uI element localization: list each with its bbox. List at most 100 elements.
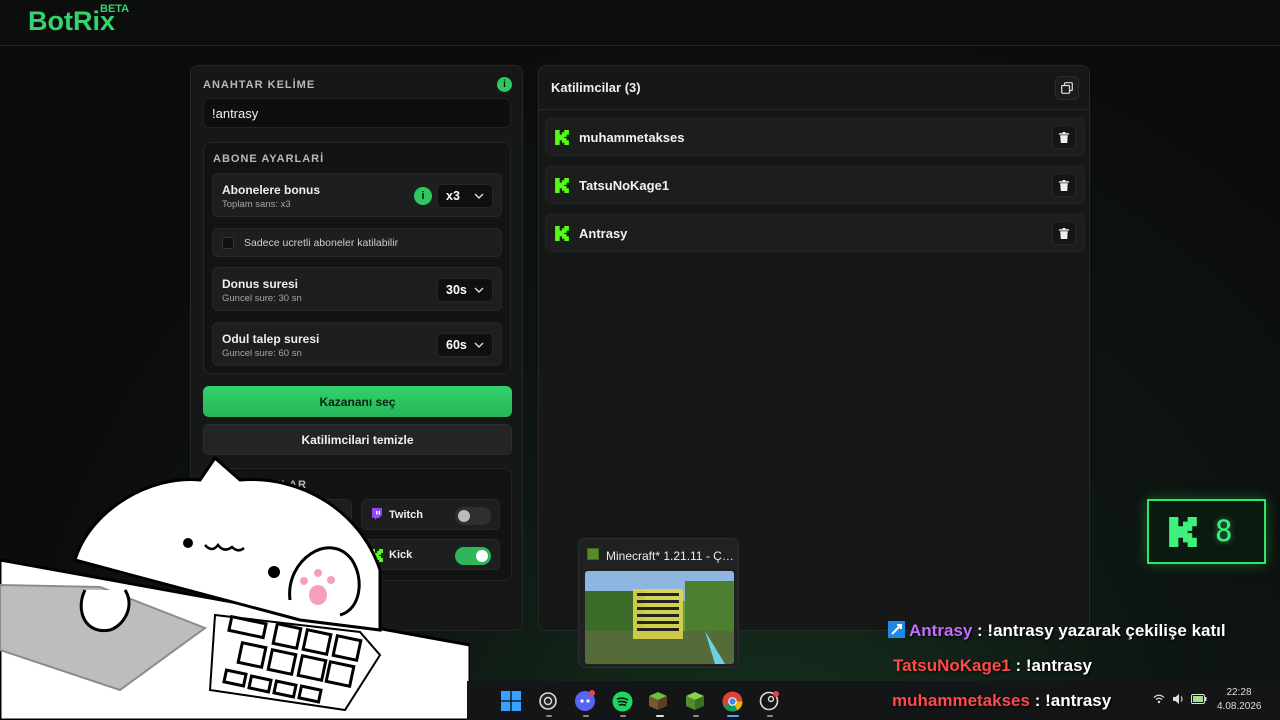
chat-separator: :: [1010, 656, 1026, 675]
participant-name: TatsuNoKage1: [579, 178, 670, 193]
bonus-select[interactable]: x3: [437, 184, 493, 208]
steam-icon: [759, 691, 779, 711]
paid-only-label: Sadece ucretli aboneler katilabilir: [244, 237, 399, 249]
volume-icon[interactable]: [1172, 693, 1184, 705]
clock-time: 22:28: [1226, 687, 1252, 698]
spin-time-row: Donus suresi Guncel sure: 30 sn 30s: [212, 267, 502, 311]
subscriber-bonus-row: Abonelere bonus Toplam sans: x3 i x3: [212, 173, 502, 217]
claim-time-subtitle: Guncel sure: 60 sn: [222, 348, 302, 359]
chrome-icon: [722, 691, 743, 712]
window-preview-title: Minecraft* 1.21.11 - Çok...: [606, 549, 734, 563]
chat-separator: :: [972, 621, 988, 640]
kick-viewer-counter: 8: [1147, 499, 1266, 564]
bonus-title: Abonelere bonus: [222, 183, 321, 197]
chat-message: muhammetakses : !antrasy: [892, 691, 1111, 711]
running-indicator: [656, 715, 664, 717]
kick-counter-value: 8: [1215, 514, 1233, 548]
moderator-badge-icon: [888, 621, 905, 638]
claim-time-title: Odul talep suresi: [222, 332, 320, 346]
kick-icon: [555, 178, 569, 193]
window-preview[interactable]: Minecraft* 1.21.11 - Çok...: [578, 538, 739, 668]
copy-button[interactable]: [1055, 76, 1079, 100]
obs-icon: [539, 692, 557, 710]
windows-icon: [501, 691, 521, 711]
start-button[interactable]: [499, 689, 523, 713]
delete-participant-button[interactable]: [1052, 125, 1076, 149]
chat-text: !antrasy: [1025, 656, 1093, 675]
copy-icon: [1061, 82, 1073, 94]
participants-title: Katilimcilar (3): [551, 80, 641, 95]
beta-badge: BETA: [100, 3, 130, 15]
keyword-info-icon[interactable]: i: [497, 77, 512, 92]
minecraft-icon: [587, 548, 599, 560]
trash-icon: [1059, 131, 1069, 143]
minecraft-icon: [649, 692, 667, 710]
running-indicator: [546, 715, 552, 717]
taskbar-app-spotify[interactable]: [610, 689, 634, 713]
top-bar: BotRix BETA: [0, 0, 1280, 46]
chat-text: !antrasy: [1045, 691, 1112, 710]
chat-message: Antrasy : !antrasy yazarak çekilişe katı…: [888, 621, 1226, 641]
claim-time-select[interactable]: 60s: [437, 333, 493, 357]
chat-message: TatsuNoKage1 : !antrasy: [893, 656, 1092, 676]
taskbar-app-chrome[interactable]: [720, 689, 744, 713]
bongo-cat-overlay: [0, 455, 470, 720]
taskbar-app-obs[interactable]: [536, 689, 560, 713]
spotify-icon: [612, 691, 632, 711]
running-indicator: [727, 715, 739, 717]
paid-only-checkbox[interactable]: [222, 237, 234, 249]
bonus-info-icon[interactable]: i: [414, 187, 432, 205]
paid-only-row[interactable]: Sadece ucretli aboneler katilabilir: [212, 228, 502, 257]
participant-name: Antrasy: [579, 226, 628, 241]
participant-row[interactable]: muhammetakses: [545, 118, 1085, 156]
claim-time-value: 60s: [446, 338, 467, 352]
taskbar-app-discord[interactable]: [573, 689, 597, 713]
spin-time-subtitle: Guncel sure: 30 sn: [222, 293, 302, 304]
subscriber-settings-title: ABONE AYARLARİ: [213, 153, 325, 165]
bonus-select-value: x3: [446, 189, 460, 203]
chat-separator: :: [1029, 691, 1046, 710]
claim-time-row: Odul talep suresi Guncel sure: 60 sn 60s: [212, 322, 502, 366]
running-indicator: [620, 715, 626, 717]
system-clock[interactable]: 22:28 4.08.2026: [1217, 687, 1262, 712]
running-indicator: [583, 715, 589, 717]
bonus-subtitle: Toplam sans: x3: [222, 199, 291, 210]
chat-username: TatsuNoKage1: [893, 656, 1011, 675]
kick-icon: [1169, 517, 1197, 547]
chevron-down-icon: [474, 342, 484, 348]
keyword-title: ANAHTAR KELİME: [203, 79, 316, 91]
delete-participant-button[interactable]: [1052, 221, 1076, 245]
running-indicator: [693, 715, 699, 717]
spin-time-title: Donus suresi: [222, 277, 299, 291]
chat-text: !antrasy yazarak çekilişe katıl: [987, 621, 1226, 640]
participant-name: muhammetakses: [579, 130, 685, 145]
delete-participant-button[interactable]: [1052, 173, 1076, 197]
participants-header: Katilimcilar (3): [539, 66, 1089, 110]
wifi-icon[interactable]: [1153, 694, 1165, 704]
chevron-down-icon: [474, 287, 484, 293]
taskbar-app-minecraft-launcher[interactable]: [683, 689, 707, 713]
window-preview-thumbnail: [585, 571, 734, 664]
kick-icon: [555, 130, 569, 145]
spin-time-select[interactable]: 30s: [437, 278, 493, 302]
participant-row[interactable]: TatsuNoKage1: [545, 166, 1085, 204]
clock-date: 4.08.2026: [1217, 701, 1262, 712]
kick-icon: [555, 226, 569, 241]
subscriber-settings: ABONE AYARLARİ Abonelere bonus Toplam sa…: [203, 142, 511, 374]
running-indicator: [767, 715, 773, 717]
participant-row[interactable]: Antrasy: [545, 214, 1085, 252]
trash-icon: [1059, 179, 1069, 191]
chat-username: Antrasy: [909, 621, 973, 640]
trash-icon: [1059, 227, 1069, 239]
pick-winner-button[interactable]: Kazananı seç: [203, 386, 512, 417]
keyword-input[interactable]: !antrasy: [203, 98, 511, 128]
taskbar-app-minecraft[interactable]: [646, 689, 670, 713]
discord-icon: [575, 690, 595, 711]
battery-icon[interactable]: [1191, 694, 1207, 704]
taskbar-app-steam[interactable]: [757, 689, 781, 713]
taskbar: 22:28 4.08.2026: [467, 681, 1280, 720]
chat-username: muhammetakses: [892, 691, 1030, 710]
spin-time-value: 30s: [446, 283, 467, 297]
minecraft-launcher-icon: [686, 692, 704, 710]
chevron-down-icon: [474, 193, 484, 199]
